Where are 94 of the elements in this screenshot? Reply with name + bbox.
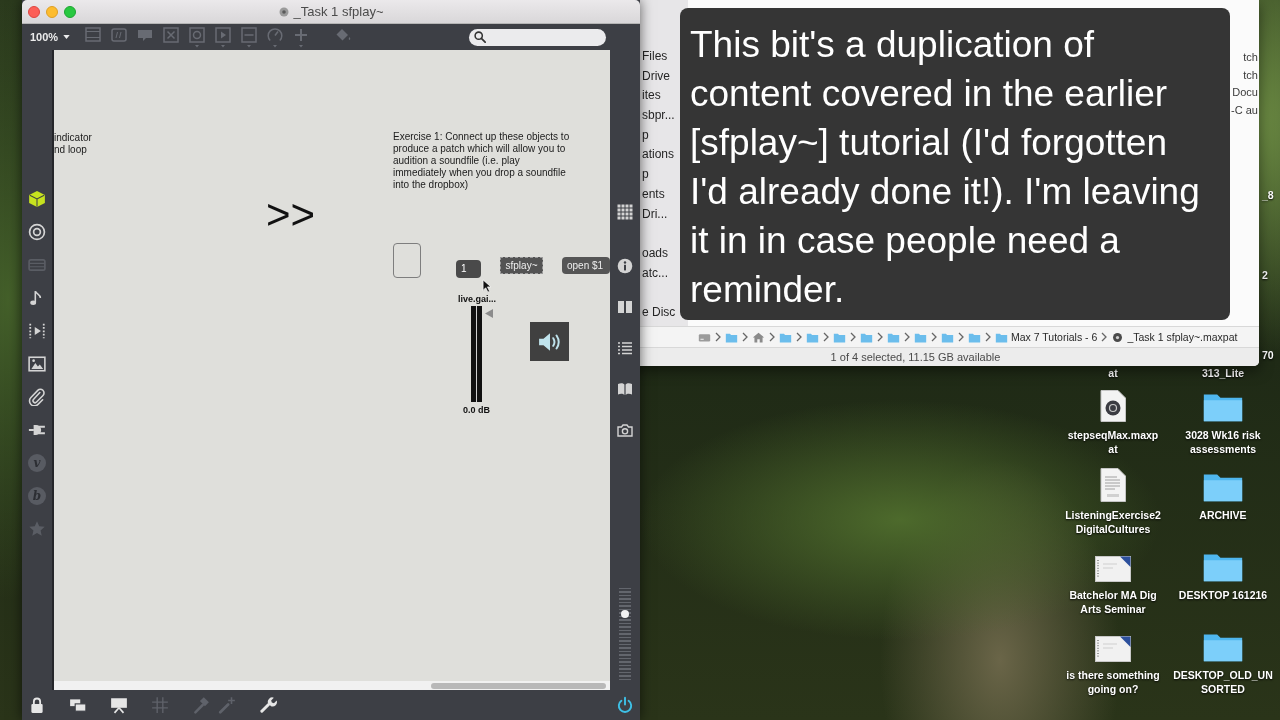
zoom-menu[interactable]: 100% bbox=[30, 28, 71, 46]
search-field[interactable] bbox=[469, 28, 606, 46]
table-cell-text: tch bbox=[1243, 67, 1258, 83]
comment-text: indicator nd loop bbox=[54, 132, 93, 156]
slider-thumb[interactable] bbox=[485, 309, 493, 319]
slider-thumb[interactable] bbox=[621, 609, 629, 618]
wrench-icon[interactable] bbox=[259, 696, 277, 714]
chevron-icon bbox=[742, 332, 748, 342]
chevron-icon bbox=[904, 332, 910, 342]
file-label[interactable]: stepseqMax.maxp at bbox=[1067, 428, 1159, 456]
chevron-icon bbox=[877, 332, 883, 342]
play-icon[interactable] bbox=[28, 322, 46, 340]
table-cell-text: Docu bbox=[1232, 85, 1258, 100]
chevron-icon bbox=[769, 332, 775, 342]
folder-icon[interactable] bbox=[1203, 552, 1243, 582]
chevron-icon bbox=[823, 332, 829, 342]
file-label[interactable]: 313_Lite bbox=[1202, 366, 1244, 380]
windows-icon[interactable] bbox=[69, 696, 87, 714]
chevron-icon bbox=[715, 332, 721, 342]
document-icon[interactable] bbox=[1100, 390, 1126, 422]
target-icon[interactable] bbox=[28, 223, 46, 241]
gain-reading: 0.0 dB bbox=[463, 405, 490, 415]
maximize-icon[interactable] bbox=[64, 5, 76, 18]
camera-icon[interactable] bbox=[617, 422, 633, 438]
scrollbar-thumb[interactable] bbox=[431, 682, 606, 689]
sidebar-item[interactable]: sbpr... bbox=[642, 106, 675, 126]
folder-icon[interactable] bbox=[1203, 632, 1243, 662]
grid-icon[interactable] bbox=[617, 204, 633, 220]
comment-text: >> bbox=[266, 194, 316, 236]
caption-text: This bit's a duplication of content covered in the earlier [sfplay~] tutorial (I'd forgotten I'd already done it!). I'm leaving it in in case people need a reminder. bbox=[690, 23, 1201, 312]
file-label[interactable]: at bbox=[1108, 366, 1118, 380]
sidebar-item[interactable]: Dri... bbox=[642, 204, 668, 225]
table-cell-text: -C au bbox=[1231, 102, 1258, 118]
chevron-icon bbox=[985, 332, 991, 342]
sidebar-item[interactable]: ents bbox=[642, 184, 665, 205]
file-label[interactable]: is there something going on? bbox=[1066, 668, 1160, 696]
list-icon[interactable] bbox=[617, 340, 633, 356]
file-label[interactable]: _8 bbox=[1262, 188, 1274, 202]
patch-object[interactable]: sfplay~ bbox=[500, 257, 543, 274]
file-icon bbox=[278, 6, 289, 17]
file-label[interactable]: ListeningExercise2 DigitalCultures bbox=[1065, 508, 1161, 536]
sidebar-item[interactable]: e Disc bbox=[642, 302, 676, 323]
lock-icon[interactable] bbox=[28, 696, 46, 714]
comment-text: Exercise 1: Connect up these objects to produce a patch which will allow you to audition a soundfile (i.e. play immediately when you drop a soundfile into the dropbox) bbox=[393, 131, 571, 191]
horizontal-scrollbar[interactable] bbox=[54, 681, 610, 690]
chevron-icon bbox=[796, 332, 802, 342]
chevron-icon bbox=[1101, 332, 1108, 342]
columns-icon[interactable] bbox=[617, 299, 633, 315]
chevron-icon bbox=[931, 332, 937, 342]
drop-area[interactable] bbox=[393, 243, 421, 278]
close-icon[interactable] bbox=[28, 5, 40, 18]
folder-icon[interactable] bbox=[1203, 392, 1243, 422]
file-label[interactable]: DESKTOP_OLD_UN SORTED bbox=[1173, 668, 1273, 696]
document-icon[interactable] bbox=[1095, 636, 1131, 662]
info-icon[interactable] bbox=[617, 258, 633, 274]
number-field[interactable]: 1 bbox=[456, 260, 481, 278]
document-icon[interactable] bbox=[1095, 556, 1131, 582]
path-segment[interactable]: Max 7 Tutorials - 6 bbox=[995, 330, 1098, 344]
cube-icon[interactable] bbox=[28, 190, 46, 208]
folder-icon[interactable] bbox=[1203, 472, 1243, 502]
chevron-icon bbox=[850, 332, 856, 342]
image-icon[interactable] bbox=[28, 355, 46, 373]
window-title: _Task 1 sfplay~ bbox=[293, 4, 384, 19]
book-icon[interactable] bbox=[617, 381, 633, 397]
paperclip-icon[interactable] bbox=[28, 388, 46, 406]
minimize-icon[interactable] bbox=[46, 5, 58, 18]
path-segment[interactable]: _Task 1 sfplay~.maxpat bbox=[1111, 330, 1238, 344]
file-label[interactable]: 70 bbox=[1262, 348, 1274, 362]
audio-output-button[interactable] bbox=[530, 322, 569, 361]
file-label[interactable]: DESKTOP 161216 bbox=[1178, 588, 1268, 602]
sidebar-item[interactable]: ations bbox=[642, 145, 675, 166]
sidebar-item[interactable]: p bbox=[642, 125, 649, 146]
sidebar-item[interactable]: p bbox=[642, 165, 649, 185]
sidebar-item[interactable]: Files bbox=[642, 47, 668, 67]
power-icon[interactable] bbox=[616, 696, 634, 714]
sidebar-item[interactable]: ites bbox=[642, 86, 661, 107]
file-label[interactable]: 3028 Wk16 risk assessments bbox=[1185, 428, 1261, 456]
gain-label: live.gai... bbox=[458, 294, 497, 304]
sidebar-item[interactable]: Drive bbox=[642, 66, 670, 87]
file-icon bbox=[1111, 330, 1125, 344]
document-icon[interactable] bbox=[1100, 468, 1126, 502]
mouse-pointer-icon bbox=[482, 279, 492, 293]
table-cell-text: tch bbox=[1243, 50, 1258, 65]
file-label[interactable]: Batchelor MA Dig Arts Seminar bbox=[1069, 588, 1157, 616]
file-label[interactable]: ARCHIVE bbox=[1199, 508, 1247, 522]
home-icon[interactable] bbox=[752, 330, 765, 344]
presentation-icon[interactable] bbox=[110, 696, 128, 714]
sidebar-item[interactable]: oads bbox=[642, 243, 669, 264]
chevron-icon bbox=[958, 332, 964, 342]
search-icon bbox=[474, 31, 486, 43]
caret-icon bbox=[63, 35, 71, 39]
sidebar-item[interactable]: atc... bbox=[642, 263, 668, 284]
file-label[interactable]: 2 bbox=[1262, 268, 1268, 282]
message-button[interactable]: open $1 bbox=[562, 257, 610, 274]
